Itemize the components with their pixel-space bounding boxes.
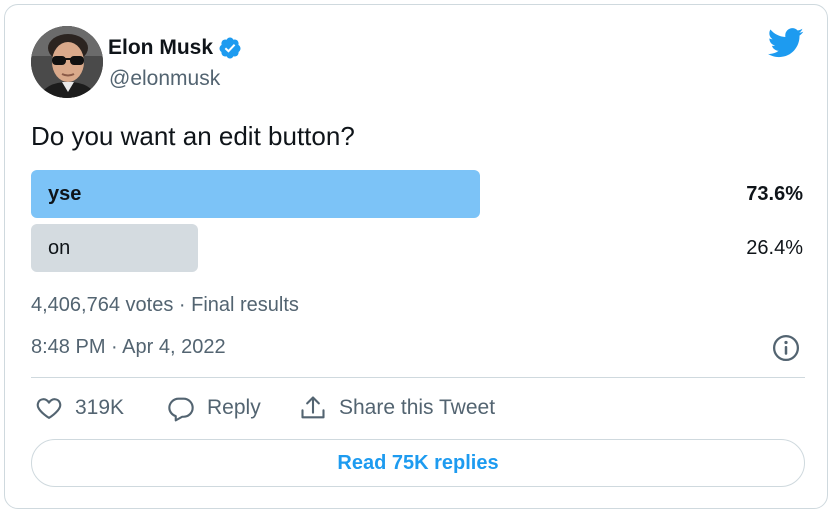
author-handle[interactable]: @elonmusk [109,66,220,92]
avatar-photo [31,26,103,98]
like-button[interactable]: 319K [35,393,124,423]
author-name[interactable]: Elon Musk [108,35,213,61]
poll-summary: 4,406,764 votes · Final results [31,294,299,316]
avatar[interactable] [31,26,103,98]
read-replies-label: Read 75K replies [337,451,499,474]
read-replies-button[interactable]: Read 75K replies [31,439,805,487]
share-icon [301,396,325,419]
share-label: Share this Tweet [339,396,496,419]
poll-option-1-percent: 73.6% [746,183,803,205]
like-count: 319K [75,396,125,419]
tweet-card: Elon Musk @elonmusk Do you want an edit … [4,4,828,509]
reply-bubble-icon [168,397,194,422]
reply-button[interactable]: Reply [167,393,261,423]
poll-bar-option-1 [31,170,480,218]
verified-badge-icon [219,37,241,59]
poll-option-2-percent: 26.4% [746,237,803,259]
heart-icon [36,398,62,419]
share-button[interactable]: Share this Tweet [299,393,495,423]
poll-option-1-label: yse [48,183,82,205]
twitter-bird-icon[interactable] [768,28,804,58]
reply-label: Reply [207,396,261,419]
info-icon[interactable] [771,333,801,363]
tweet-timestamp[interactable]: 8:48 PM · Apr 4, 2022 [31,334,226,360]
poll-option-2-label: on [48,237,71,259]
tweet-text: Do you want an edit button? [31,121,355,151]
divider [31,377,805,378]
author-name-row[interactable]: Elon Musk [108,35,242,61]
